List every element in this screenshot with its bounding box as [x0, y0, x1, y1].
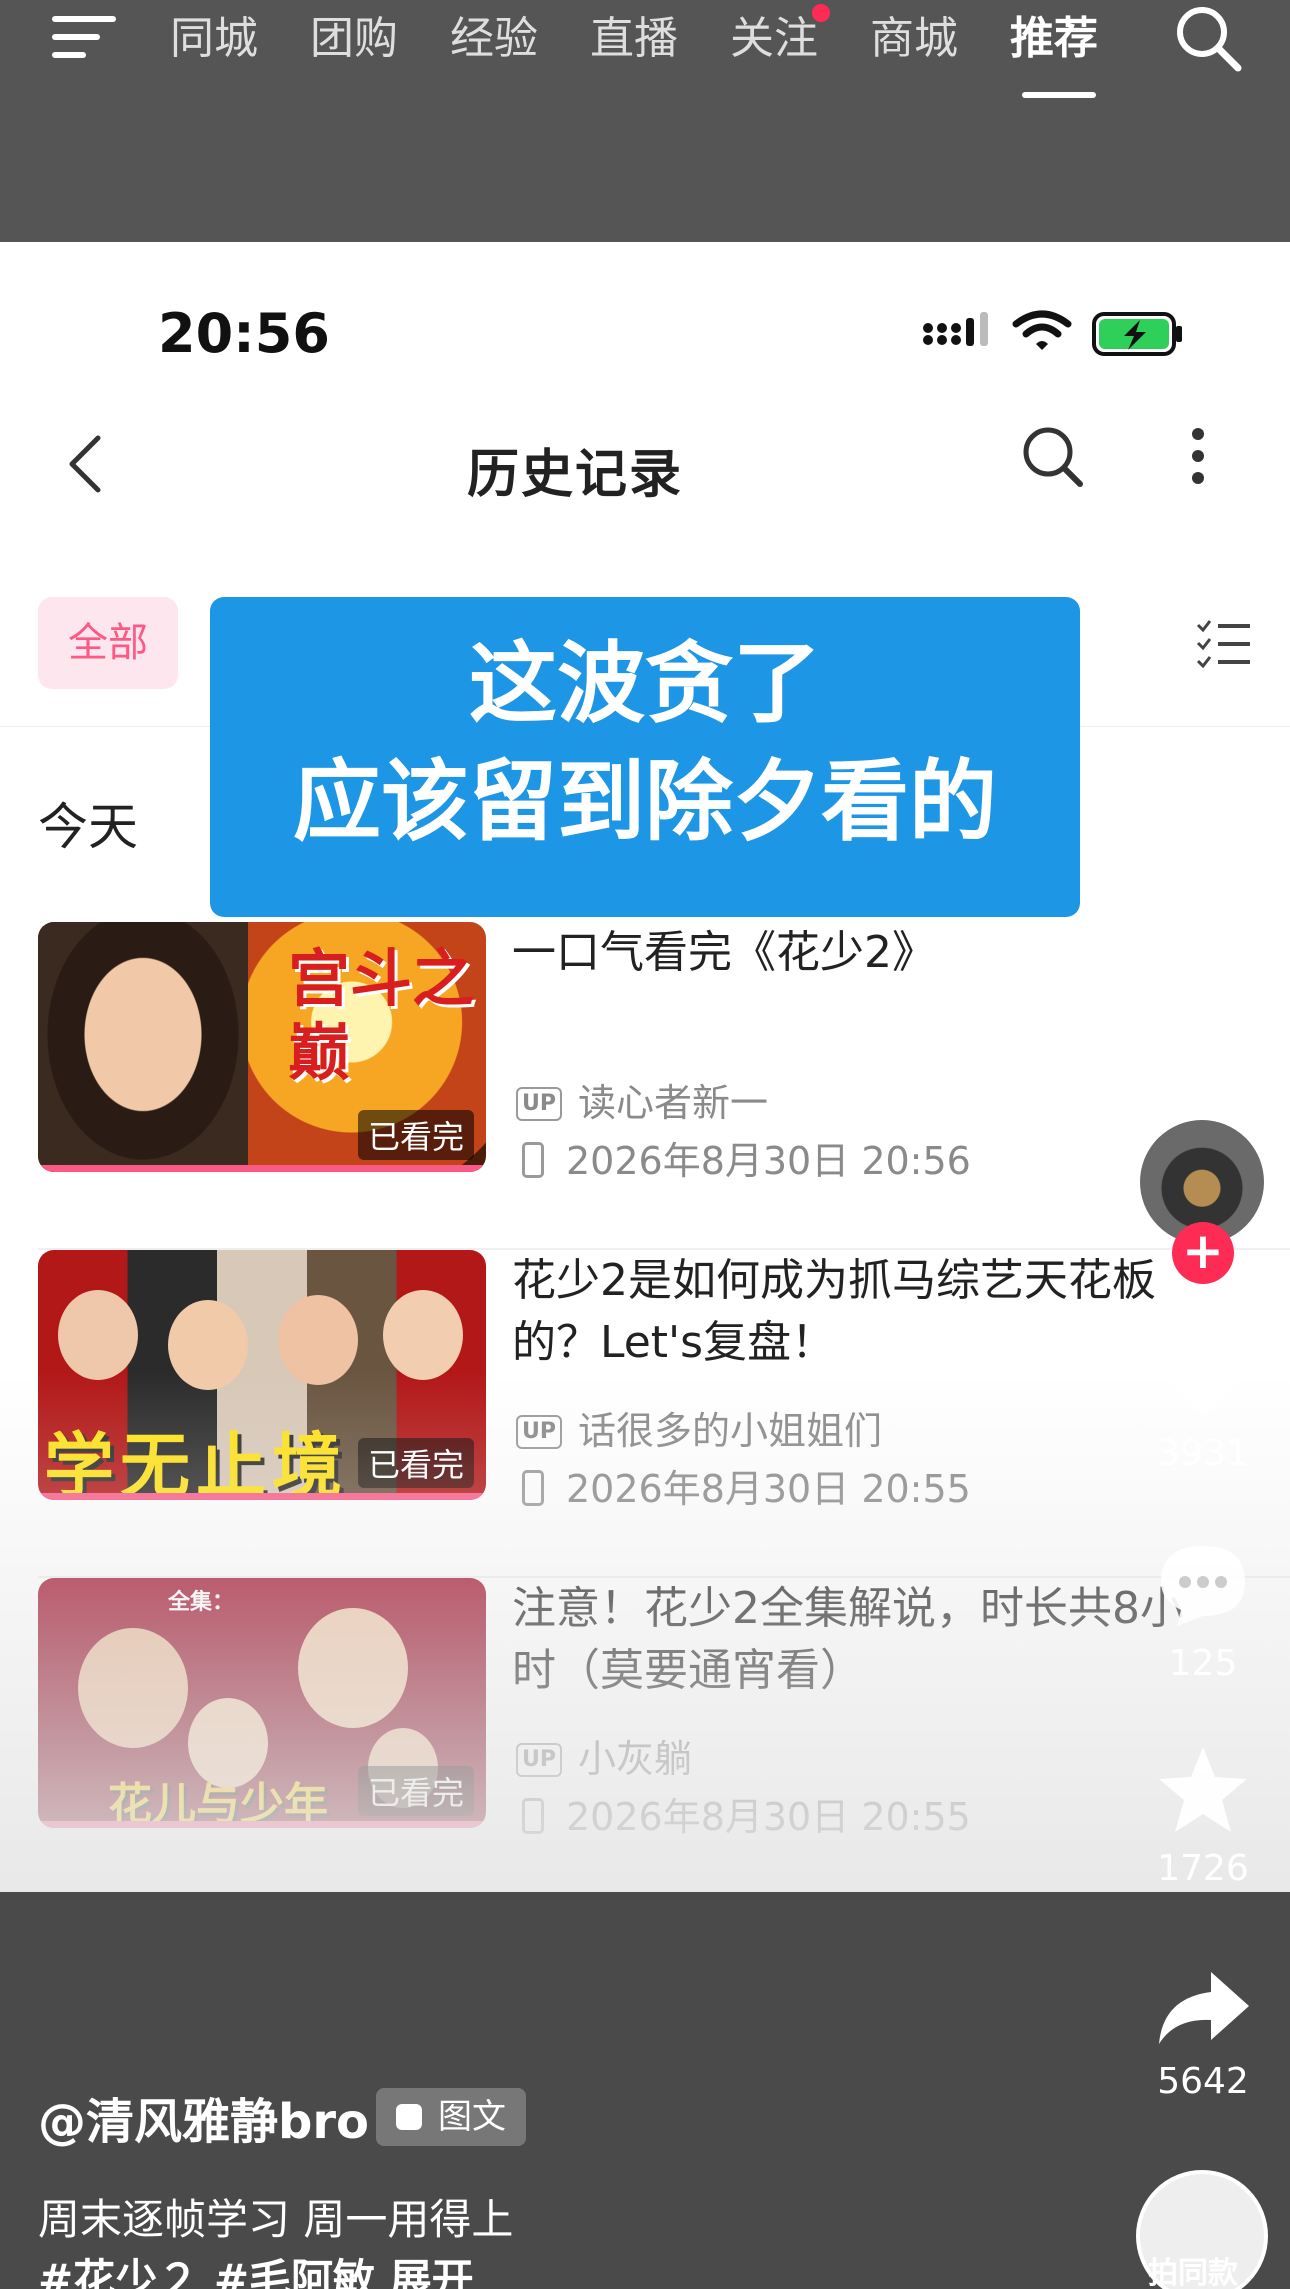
filter-all-chip[interactable]: 全部 [38, 597, 178, 689]
signal-icon [923, 312, 988, 346]
watch-time: 2026年8月30日 20:55 [566, 1795, 971, 1839]
item-time: 2026年8月30日 20:55 [516, 1458, 971, 1513]
share-arrow-icon [1159, 1972, 1249, 2044]
author-handle[interactable]: @清风雅静bro [38, 2082, 369, 2152]
like-button[interactable]: 3931 [1145, 1330, 1261, 1474]
post-type-label: 图文 [438, 2097, 506, 2137]
favorite-button[interactable]: 1726 [1145, 1745, 1261, 1889]
tab-tuangou[interactable]: 团购 [310, 4, 450, 74]
more-icon[interactable] [1190, 426, 1206, 486]
notification-dot [812, 4, 830, 22]
top-tabs: 同城 团购 经验 直播 关注 商城 推荐 [170, 4, 1150, 98]
item-author: UP 小灰躺 [516, 1728, 692, 1783]
favorite-count: 1726 [1157, 1848, 1249, 1889]
thumbnail-top-text: 全集： [168, 1590, 235, 1615]
status-time: 20:56 [158, 302, 330, 365]
share-button[interactable]: 5642 [1145, 1968, 1261, 2102]
comment-icon [1161, 1546, 1245, 1626]
watch-time: 2026年8月30日 20:56 [566, 1139, 971, 1183]
post-hashtags[interactable]: #花少２ #毛阿敏 展开 [38, 2246, 474, 2289]
tab-guanzhu[interactable]: 关注 [730, 4, 870, 74]
progress-bar [38, 1165, 486, 1172]
comment-count: 125 [1168, 1643, 1238, 1684]
post-description: 周末逐帧学习 周一用得上 [38, 2195, 514, 2244]
up-icon: UP [516, 1415, 562, 1449]
item-author: UP 话很多的小姐姐们 [516, 1400, 882, 1455]
item-title: 花少2是如何成为抓马综艺天花板的？Let's复盘！ [512, 1255, 1156, 1368]
list-filter-icon[interactable] [1196, 617, 1252, 669]
video-thumbnail[interactable]: 全集： 花儿与少年 已看完 [38, 1578, 486, 1828]
follow-plus-button[interactable]: + [1172, 1222, 1234, 1284]
phone-icon [522, 1470, 544, 1506]
battery-icon [1092, 312, 1182, 356]
phone-icon [522, 1142, 544, 1178]
status-bar: 20:56 [0, 302, 1290, 372]
top-navigation: 同城 团购 经验 直播 关注 商城 推荐 [0, 0, 1290, 242]
image-text-icon [396, 2104, 422, 2130]
item-time: 2026年8月30日 20:56 [516, 1130, 971, 1185]
video-thumbnail[interactable]: 学无止境 已看完 [38, 1250, 486, 1500]
thumbnail-face [38, 922, 248, 1172]
progress-bar [38, 1493, 486, 1500]
share-count: 5642 [1157, 2061, 1249, 2102]
thumbnail-face [78, 1628, 188, 1748]
history-item[interactable]: 全集： 花儿与少年 已看完 注意！花少2全集解说，时长共8小时（莫要通宵看） U… [0, 1578, 1290, 1906]
tab-zhibo[interactable]: 直播 [590, 4, 730, 74]
overlay-line-1: 这波贪了 [468, 632, 821, 735]
thumbnail-text: 宫斗之巅 [288, 942, 475, 1089]
tab-jingyan[interactable]: 经验 [450, 4, 590, 74]
author-name: 话很多的小姐姐们 [578, 1409, 883, 1453]
tab-guanzhu-label: 关注 [730, 13, 818, 64]
thumbnail-face [58, 1290, 138, 1380]
section-today: 今天 [38, 798, 138, 856]
up-icon: UP [516, 1743, 562, 1777]
search-icon[interactable] [1020, 424, 1086, 490]
thumbnail-text: 花儿与少年 [108, 1779, 328, 1828]
watch-time: 2026年8月30日 20:55 [566, 1467, 971, 1511]
caption-overlay: 这波贪了 应该留到除夕看的 [210, 597, 1080, 917]
tab-tuijian[interactable]: 推荐 [1010, 4, 1150, 98]
search-icon[interactable] [1172, 2, 1244, 74]
author-name: 读心者新一 [578, 1081, 769, 1125]
tab-tongcheng[interactable]: 同城 [170, 4, 310, 74]
item-title: 注意！花少2全集解说，时长共8小时（莫要通宵看） [512, 1583, 1184, 1696]
watched-badge: 已看完 [357, 1110, 474, 1160]
item-author: UP 读心者新一 [516, 1072, 768, 1127]
wifi-icon [1012, 310, 1072, 350]
progress-bar [38, 1821, 486, 1828]
comment-button[interactable]: 125 [1145, 1540, 1261, 1684]
star-icon [1159, 1747, 1247, 1832]
same-style-label: 拍同款 [1148, 2256, 1238, 2289]
tab-shangcheng[interactable]: 商城 [870, 4, 1010, 74]
page-header: 历史记录 [0, 412, 1290, 522]
phone-icon [522, 1798, 544, 1834]
thumbnail-face [383, 1290, 463, 1380]
item-time: 2026年8月30日 20:55 [516, 1786, 971, 1841]
video-thumbnail[interactable]: 宫斗之巅 已看完 [38, 922, 486, 1172]
overlay-line-2: 应该留到除夕看的 [292, 750, 997, 853]
watched-badge: 已看完 [357, 1766, 474, 1816]
up-icon: UP [516, 1087, 562, 1121]
watched-badge: 已看完 [357, 1438, 474, 1488]
history-item[interactable]: 学无止境 已看完 花少2是如何成为抓马综艺天花板的？Let's复盘！ UP 话很多… [0, 1250, 1290, 1578]
author-name: 小灰躺 [578, 1737, 693, 1781]
like-count: 3931 [1157, 1433, 1249, 1474]
item-title: 一口气看完《花少2》 [512, 927, 936, 978]
thumbnail-text: 学无止境 [44, 1425, 348, 1500]
post-type-tag[interactable]: 图文 [376, 2088, 526, 2146]
thumbnail-face [168, 1300, 248, 1390]
menu-icon[interactable] [52, 16, 116, 60]
history-screenshot: 20:56 历史记录 全部 今天 宫斗之巅 已看完 一口气看完《花少2》 UP … [0, 242, 1290, 1892]
thumbnail-face [278, 1295, 358, 1385]
heart-icon [1155, 1333, 1251, 1416]
thumbnail-face [298, 1608, 408, 1728]
history-item[interactable]: 宫斗之巅 已看完 一口气看完《花少2》 UP 读心者新一 2026年8月30日 2… [0, 922, 1290, 1250]
